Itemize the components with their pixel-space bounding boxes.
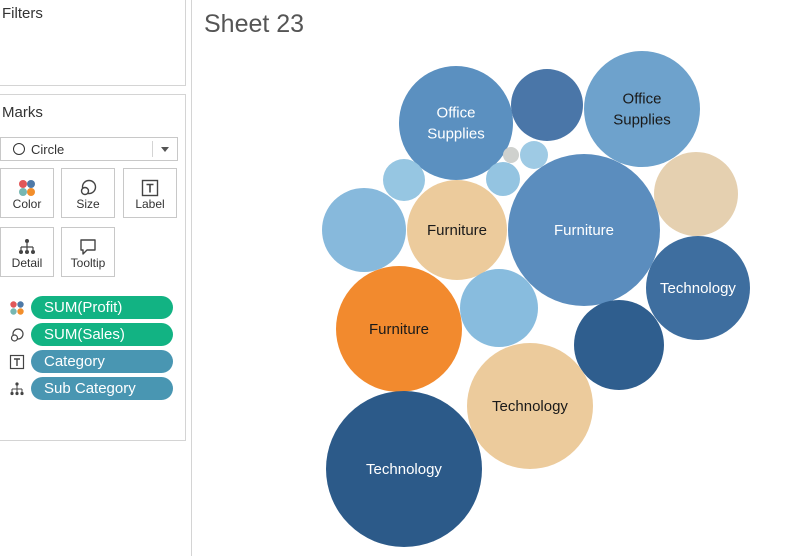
bubble-14[interactable] <box>574 300 664 390</box>
bubble-label-13: Furniture <box>369 321 429 338</box>
bubble-12[interactable] <box>460 269 538 347</box>
bubble-2[interactable] <box>584 51 700 167</box>
bubble-9[interactable] <box>322 188 406 272</box>
bubble-4[interactable] <box>520 141 548 169</box>
bubble-8[interactable] <box>654 152 738 236</box>
bubble-5[interactable] <box>383 159 425 201</box>
bubble-6[interactable] <box>486 162 520 196</box>
bubble-label-15: Technology <box>492 398 568 415</box>
bubble-label-11: Technology <box>660 280 736 297</box>
bubble-chart: Office SuppliesOffice SuppliesFurnitureFur… <box>322 51 750 547</box>
bubble-3[interactable] <box>503 147 519 163</box>
bubble-label-16: Technology <box>366 461 442 478</box>
bubble-label-10: Furniture <box>427 222 487 239</box>
bubble-1[interactable] <box>511 69 583 141</box>
bubble-label-7: Furniture <box>554 222 614 239</box>
